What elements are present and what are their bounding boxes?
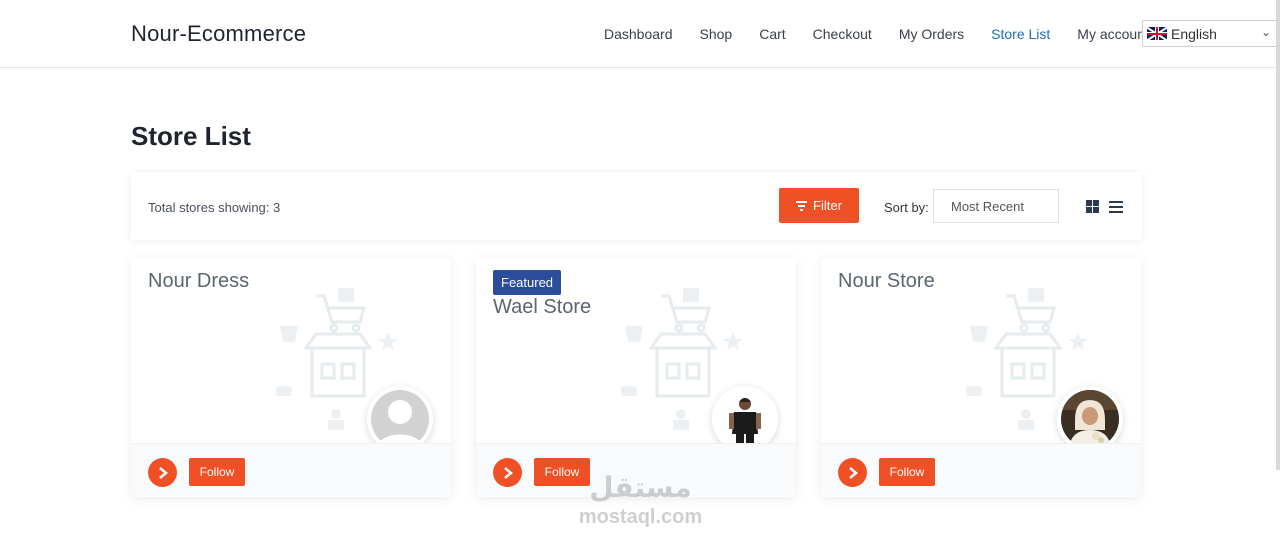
nav-checkout[interactable]: Checkout <box>813 26 872 42</box>
nav-my-orders[interactable]: My Orders <box>899 26 964 42</box>
total-stores-text: Total stores showing: 3 <box>148 200 281 215</box>
site-brand[interactable]: Nour-Ecommerce <box>131 21 306 47</box>
store-card: Nour Store Follow <box>821 258 1141 497</box>
store-name[interactable]: Nour Store <box>838 270 935 293</box>
chevron-right-icon <box>848 466 858 479</box>
man-photo-icon <box>716 390 774 448</box>
filter-label: Filter <box>813 198 842 213</box>
nav-cart[interactable]: Cart <box>759 26 785 42</box>
site-header: Nour-Ecommerce Dashboard Shop Cart Check… <box>0 0 1280 68</box>
language-label: English <box>1171 25 1217 42</box>
store-banner[interactable]: Nour Dress <box>131 258 451 452</box>
store-name[interactable]: Wael Store <box>493 296 591 319</box>
chevron-down-icon: ⌄ <box>1260 25 1271 39</box>
store-card: Nour Dress Follow <box>131 258 451 497</box>
filter-icon <box>796 200 808 211</box>
store-banner[interactable]: Featured Wael Store <box>476 258 796 452</box>
store-toolbar: Total stores showing: 3 Filter Sort by: … <box>131 172 1142 240</box>
follow-button[interactable]: Follow <box>879 458 935 486</box>
follow-button[interactable]: Follow <box>189 458 245 486</box>
visit-store-button[interactable] <box>493 458 522 487</box>
page-scrollbar[interactable] <box>1276 0 1280 470</box>
nav-my-account[interactable]: My account <box>1077 26 1149 42</box>
store-name[interactable]: Nour Dress <box>148 270 249 293</box>
visit-store-button[interactable] <box>838 458 867 487</box>
visit-store-button[interactable] <box>148 458 177 487</box>
default-avatar-icon <box>371 390 429 448</box>
watermark-arabic: مستقل <box>589 471 692 504</box>
language-select[interactable]: English ⌄ <box>1142 20 1280 47</box>
watermark-latin: mostaql.com <box>578 506 703 528</box>
grid-view-icon[interactable] <box>1086 200 1099 213</box>
uk-flag-icon <box>1147 27 1167 40</box>
woman-photo-icon <box>1061 390 1119 448</box>
list-view-icon[interactable] <box>1109 201 1123 213</box>
nav-shop[interactable]: Shop <box>700 26 733 42</box>
filter-button[interactable]: Filter <box>779 188 859 223</box>
nav-dashboard[interactable]: Dashboard <box>604 26 673 42</box>
featured-badge: Featured <box>493 270 562 295</box>
store-card: Featured Wael Store Follow <box>476 258 796 497</box>
nav-store-list[interactable]: Store List <box>991 26 1050 42</box>
store-card-footer: Follow <box>821 443 1141 497</box>
chevron-right-icon <box>158 466 168 479</box>
main-nav: Dashboard Shop Cart Checkout My Orders S… <box>604 26 1176 42</box>
sort-select[interactable]: Most Recent <box>933 189 1059 223</box>
store-card-footer: Follow <box>131 443 451 497</box>
watermark: مستقل mostaql.com <box>568 470 713 538</box>
sort-by-label: Sort by: <box>884 200 929 215</box>
store-banner[interactable]: Nour Store <box>821 258 1141 452</box>
chevron-right-icon <box>503 466 513 479</box>
page-title: Store List <box>131 121 251 151</box>
